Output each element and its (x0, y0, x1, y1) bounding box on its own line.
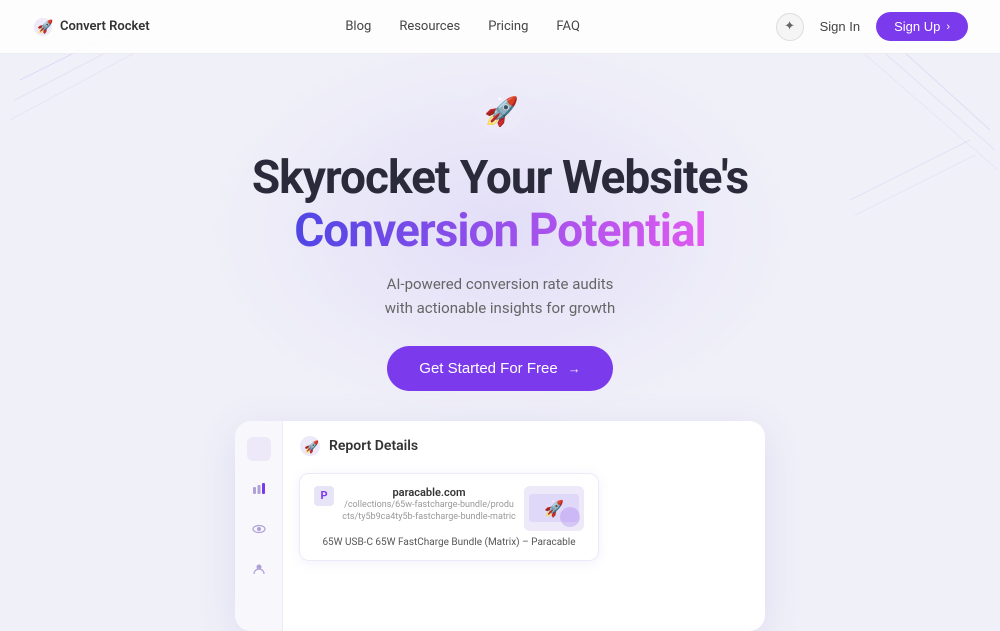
report-header: 🚀 Report Details (299, 435, 749, 457)
brand-logo-icon: 🚀 (32, 16, 54, 38)
paracable-logo: P (314, 486, 334, 506)
nav-faq[interactable]: FAQ (556, 19, 579, 34)
cta-label: Get Started For Free (419, 360, 557, 377)
report-card-product: 65W USB-C 65W FastCharge Bundle (Matrix)… (314, 537, 584, 548)
sidebar-icon-rocket: 🚀 (247, 437, 271, 461)
signin-button[interactable]: Sign In (820, 19, 860, 34)
nav-actions: ✦ Sign In Sign Up › (776, 12, 968, 41)
hero-title-line1: Skyrocket Your Website's (252, 152, 748, 205)
signup-arrow-icon: › (946, 21, 950, 33)
svg-text:🚀: 🚀 (37, 19, 53, 35)
hero-title-line2: Conversion Potential (294, 205, 706, 258)
brand[interactable]: 🚀 Convert Rocket (32, 16, 150, 38)
brand-name: Convert Rocket (60, 19, 150, 34)
report-title: Report Details (329, 438, 418, 454)
hero-section: 🚀 Skyrocket Your Website's Conversion Po… (0, 54, 1000, 631)
sidebar-icon-user (247, 557, 271, 581)
nav-pricing[interactable]: Pricing (488, 19, 528, 34)
svg-text:🚀: 🚀 (304, 440, 319, 454)
dashboard-preview: 🚀 (235, 421, 765, 631)
report-card: P paracable.com /collections/65w-fastcha… (299, 473, 599, 561)
hero-subtitle-line2: with actionable insights for growth (385, 299, 615, 317)
report-card-url: paracable.com (342, 486, 516, 499)
report-card-thumbnail: 🚀 (524, 486, 584, 531)
navbar: 🚀 Convert Rocket Blog Resources Pricing … (0, 0, 1000, 54)
report-icon: 🚀 (299, 435, 321, 457)
sidebar-icon-chart (247, 477, 271, 501)
dashboard-content: 🚀 Report Details P paracable.com /collec… (283, 421, 765, 631)
nav-links: Blog Resources Pricing FAQ (345, 19, 580, 34)
cta-button[interactable]: Get Started For Free → (387, 346, 612, 391)
nav-blog[interactable]: Blog (345, 19, 371, 34)
signup-label: Sign Up (894, 19, 940, 34)
svg-text:🚀: 🚀 (253, 444, 266, 456)
theme-toggle-button[interactable]: ✦ (776, 13, 804, 41)
nav-resources[interactable]: Resources (399, 19, 460, 34)
hero-subtitle: AI-powered conversion rate audits with a… (385, 272, 615, 320)
hero-subtitle-line1: AI-powered conversion rate audits (387, 275, 614, 293)
theme-icon: ✦ (784, 19, 795, 34)
report-card-path: /collections/65w-fastcharge-bundle/produ… (342, 499, 516, 524)
dashboard-sidebar: 🚀 (235, 421, 283, 631)
svg-text:🚀: 🚀 (544, 499, 564, 518)
sidebar-icon-eye (247, 517, 271, 541)
signup-button[interactable]: Sign Up › (876, 12, 968, 41)
report-card-info: paracable.com /collections/65w-fastcharg… (342, 486, 516, 524)
svg-text:🚀: 🚀 (484, 95, 519, 128)
cta-arrow-icon: → (568, 361, 581, 376)
hero-rocket-icon: 🚀 (474, 84, 526, 136)
